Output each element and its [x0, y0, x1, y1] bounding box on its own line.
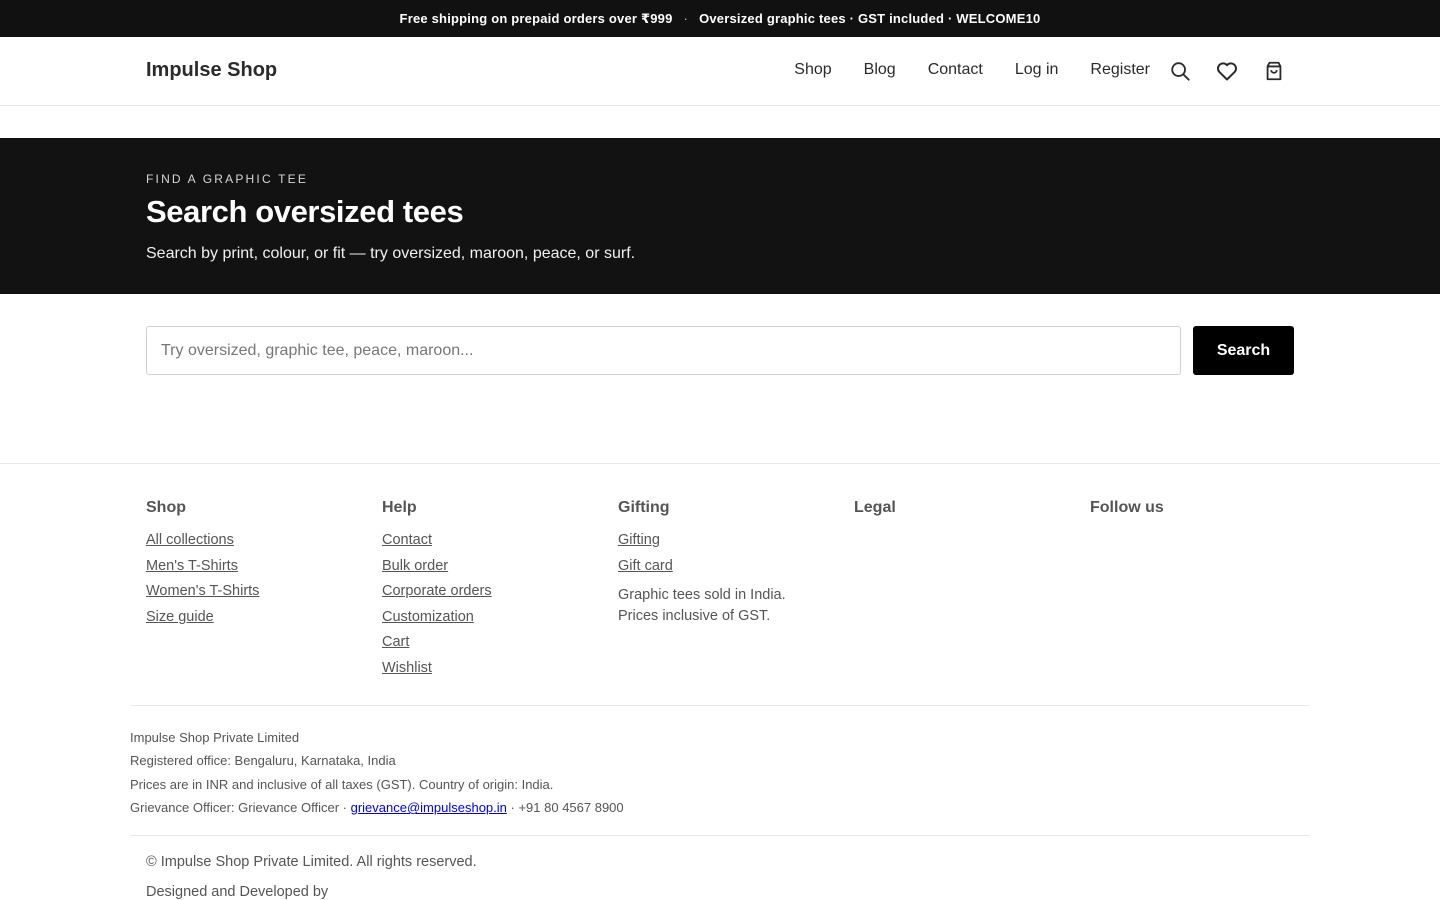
registered-office: Registered office: Bengaluru, Karnataka,…: [130, 753, 396, 769]
footer-column-legal: Legal: [854, 499, 1074, 528]
footer-heading-help: Help: [382, 499, 417, 516]
nav-log-in[interactable]: Log in: [1015, 61, 1059, 79]
header-icons: [1168, 59, 1309, 83]
nav-shop[interactable]: Shop: [794, 61, 831, 79]
footer-divider-bottom: [130, 835, 1310, 836]
announcement-separator: ·: [683, 11, 689, 26]
grievance-email-link[interactable]: grievance@impulseshop.in: [351, 800, 507, 815]
footer-link-cart[interactable]: Cart: [382, 630, 602, 656]
footer-link-contact[interactable]: Contact: [382, 528, 602, 554]
footer-link-corporate-orders[interactable]: Corporate orders: [382, 579, 602, 605]
copyright-text: © Impulse Shop Private Limited. All righ…: [146, 854, 477, 870]
company-info: Impulse Shop Private Limited Registered …: [130, 726, 624, 820]
announcement-promo-text: Oversized graphic tees · GST included · …: [699, 11, 1041, 26]
footer-divider-company: [130, 705, 1310, 706]
nav-register[interactable]: Register: [1090, 61, 1150, 79]
nav-blog[interactable]: Blog: [864, 61, 896, 79]
footer-divider: [0, 463, 1440, 464]
footer-gifting-note-line2: Prices inclusive of GST.: [618, 608, 771, 625]
footer-heading-shop: Shop: [146, 499, 186, 516]
grievance-officer: Grievance Officer: Grievance Officer · g…: [130, 796, 624, 819]
designed-by-text: Designed and Developed by: [146, 884, 329, 900]
announcement-bar: Free shipping on prepaid orders over ₹99…: [0, 0, 1440, 37]
footer-link-all-collections[interactable]: All collections: [146, 528, 366, 554]
footer-link-bulk-order[interactable]: Bulk order: [382, 554, 602, 580]
search-button[interactable]: Search: [1193, 326, 1294, 375]
main-nav: Shop Blog Contact Log in Register: [762, 61, 1150, 79]
grievance-label: Grievance Officer: Grievance Officer ·: [130, 800, 347, 816]
search-input[interactable]: [146, 326, 1181, 375]
footer-heading-legal: Legal: [854, 499, 896, 516]
heart-icon[interactable]: [1215, 59, 1239, 83]
footer-heading-gifting: Gifting: [618, 499, 670, 516]
footer-link-mens-tshirts[interactable]: Men's T-Shirts: [146, 554, 366, 580]
nav-contact[interactable]: Contact: [928, 61, 983, 79]
footer-link-gifting[interactable]: Gifting: [618, 528, 838, 554]
footer-heading-follow-us: Follow us: [1090, 499, 1164, 516]
footer-link-womens-tshirts[interactable]: Women's T-Shirts: [146, 579, 366, 605]
search-icon[interactable]: [1168, 59, 1192, 83]
footer-link-customization[interactable]: Customization: [382, 605, 602, 631]
pricing-note: Prices are in INR and inclusive of all t…: [130, 776, 554, 792]
company-name: Impulse Shop Private Limited: [130, 730, 300, 745]
footer-link-size-guide[interactable]: Size guide: [146, 605, 366, 631]
search-hero: FIND A GRAPHIC TEE Search oversized tees…: [0, 138, 1440, 294]
footer-column-follow: Follow us: [1090, 499, 1310, 528]
shopping-bag-icon[interactable]: [1262, 59, 1286, 83]
hero-eyebrow: FIND A GRAPHIC TEE: [146, 172, 309, 186]
footer-gifting-note-line1: Graphic tees sold in India.: [618, 587, 786, 604]
footer-link-wishlist[interactable]: Wishlist: [382, 656, 602, 682]
footer-column-gifting: Gifting Gifting Gift card Graphic tees s…: [618, 499, 838, 627]
footer-link-gift-card[interactable]: Gift card: [618, 554, 838, 580]
site-logo[interactable]: Impulse Shop: [146, 59, 277, 82]
announcement-shipping-text: Free shipping on prepaid orders over ₹99…: [399, 10, 673, 26]
page-title: Search oversized tees: [146, 194, 464, 229]
footer-column-shop: Shop All collections Men's T-Shirts Wome…: [146, 499, 366, 630]
footer-column-help: Help Contact Bulk order Corporate orders…: [382, 499, 602, 682]
grievance-phone: · +91 80 4567 8900: [510, 800, 624, 816]
hero-subtitle: Search by print, colour, or fit — try ov…: [146, 245, 636, 262]
footer-gifting-note: Graphic tees sold in India. Prices inclu…: [618, 585, 818, 627]
site-header: Impulse Shop Shop Blog Contact Log in Re…: [0, 37, 1440, 106]
